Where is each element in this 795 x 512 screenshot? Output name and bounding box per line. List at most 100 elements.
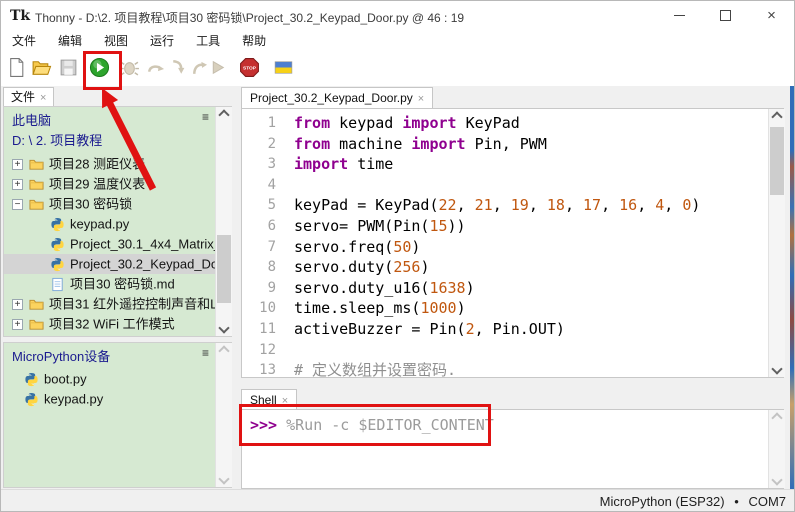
code-token: 256	[393, 258, 420, 276]
menu-item-5[interactable]: 工具	[185, 31, 231, 51]
code-token: )	[411, 238, 420, 256]
annotation-box-shell-command	[239, 404, 491, 446]
scroll-up-icon	[216, 343, 232, 359]
tree-item[interactable]: keypad.py	[4, 214, 215, 234]
open-folder-icon[interactable]	[31, 57, 52, 78]
shell-scrollbar[interactable]	[768, 410, 785, 488]
code-token: time	[348, 155, 393, 173]
menu-item-4[interactable]: 运行	[139, 31, 185, 51]
tree-item[interactable]: +项目28 测距仪表	[4, 154, 215, 174]
tree-item[interactable]: +项目31 红外遥控控制声音和LED	[4, 294, 215, 314]
current-path[interactable]: D: \ 2. 项目教程	[12, 130, 102, 149]
code-line	[294, 175, 700, 196]
scroll-down-icon	[216, 471, 232, 487]
line-number: 12	[242, 340, 286, 361]
code-area[interactable]: from keypad import KeyPadfrom machine im…	[294, 113, 700, 381]
code-token: )	[420, 258, 429, 276]
device-file-item[interactable]: boot.py	[4, 369, 215, 389]
menu-item-6[interactable]: 帮助	[231, 31, 277, 51]
tab-close-icon[interactable]: ×	[40, 92, 46, 104]
expand-icon[interactable]: +	[12, 179, 23, 190]
code-line: servo.duty_u16(1638)	[294, 278, 700, 299]
close-button[interactable]: ×	[749, 1, 794, 31]
code-token: from	[294, 114, 330, 132]
tree-item[interactable]: 项目30 密码锁.md	[4, 274, 215, 294]
scroll-up-icon[interactable]	[769, 109, 785, 125]
scroll-up-icon[interactable]	[216, 107, 232, 123]
backend-status[interactable]: MicroPython (ESP32) • COM7	[594, 494, 786, 509]
new-file-icon[interactable]	[6, 57, 27, 78]
scroll-down-icon[interactable]	[216, 320, 232, 336]
line-number: 10	[242, 298, 286, 319]
collapse-icon[interactable]: −	[12, 199, 23, 210]
title-bar: Tk Thonny - D:\2. 项目教程\项目30 密码锁\Project_…	[1, 1, 795, 31]
editor-scrollbar[interactable]	[768, 109, 785, 377]
window-title: Thonny - D:\2. 项目教程\项目30 密码锁\Project_30.…	[35, 9, 464, 26]
code-token: servo.duty_u16(	[294, 279, 429, 297]
folder-icon	[29, 197, 44, 212]
scroll-down-icon[interactable]	[769, 361, 785, 377]
code-editor[interactable]: 12345678910111213 from keypad import Key…	[241, 108, 784, 378]
tree-item[interactable]: Project_30.1_4x4_Matrix_K	[4, 234, 215, 254]
code-line: import time	[294, 154, 700, 175]
line-number: 2	[242, 134, 286, 155]
menu-item-3[interactable]: 视图	[93, 31, 139, 51]
code-token: import	[402, 114, 456, 132]
scrollbar-thumb[interactable]	[217, 235, 231, 303]
ukraine-flag-icon[interactable]	[273, 57, 294, 78]
code-token: 16	[619, 196, 637, 214]
scrollbar-thumb[interactable]	[770, 127, 784, 195]
code-token: 4	[655, 196, 664, 214]
debug-icon	[119, 57, 140, 78]
line-number: 8	[242, 257, 286, 278]
code-token: 15	[429, 217, 447, 235]
menu-item-1[interactable]: 文件	[1, 31, 47, 51]
code-token: )	[691, 196, 700, 214]
line-number: 5	[242, 195, 286, 216]
code-token: # 定义数组并设置密码.	[294, 361, 456, 379]
panel-menu-icon[interactable]: ≡	[202, 346, 209, 360]
stop-icon[interactable]: STOP	[239, 57, 260, 78]
port-label: COM7	[748, 494, 786, 509]
tab-editor-file[interactable]: Project_30.2_Keypad_Door.py ×	[241, 87, 433, 109]
code-line: keyPad = KeyPad(22, 21, 19, 18, 17, 16, …	[294, 195, 700, 216]
files-panel: 此电脑 ≡ D: \ 2. 项目教程 +项目28 测距仪表+项目29 温度仪表−…	[3, 106, 232, 337]
code-token: )	[457, 299, 466, 317]
folder-icon	[29, 157, 44, 172]
code-line: # 定义数组并设置密码.	[294, 360, 700, 381]
code-token: servo.freq(	[294, 238, 393, 256]
code-token: import	[411, 135, 465, 153]
menu-item-2[interactable]: 编辑	[47, 31, 93, 51]
device-file-label: boot.py	[44, 372, 87, 387]
maximize-button[interactable]	[703, 1, 748, 31]
code-line: servo.freq(50)	[294, 237, 700, 258]
files-scrollbar[interactable]	[215, 107, 232, 336]
tree-item[interactable]: + 项目29 温度仪表	[4, 174, 215, 194]
expand-icon[interactable]: +	[12, 159, 23, 170]
code-token: )	[466, 279, 475, 297]
file-tree: +项目28 测距仪表+项目29 温度仪表−项目30 密码锁keypad.pyPr…	[4, 154, 215, 334]
tab-close-icon[interactable]: ×	[418, 93, 424, 105]
device-panel-title[interactable]: MicroPython设备	[12, 346, 110, 365]
code-token: import	[294, 155, 348, 173]
panel-menu-icon[interactable]: ≡	[202, 110, 209, 124]
tree-item[interactable]: +项目32 WiFi 工作模式	[4, 314, 215, 334]
expand-icon[interactable]: +	[12, 299, 23, 310]
device-file-item[interactable]: keypad.py	[4, 389, 215, 409]
tree-item[interactable]: Project_30.2_Keypad_Doo	[4, 254, 215, 274]
tree-item-label: 项目29 温度仪表	[49, 177, 145, 192]
tree-item[interactable]: − 项目30 密码锁	[4, 194, 215, 214]
code-token: ))	[448, 217, 466, 235]
menu-bar: 文件编辑视图运行工具帮助	[1, 31, 795, 49]
this-computer-label[interactable]: 此电脑	[12, 110, 51, 129]
minimize-button[interactable]	[657, 1, 702, 31]
expand-icon[interactable]: +	[12, 319, 23, 330]
tree-item-label: 项目30 密码锁	[49, 197, 132, 212]
tab-files[interactable]: 文件×	[3, 87, 54, 107]
device-scrollbar[interactable]	[215, 343, 232, 487]
code-token: 17	[583, 196, 601, 214]
code-line: time.sleep_ms(1000)	[294, 298, 700, 319]
editor-tab-label: Project_30.2_Keypad_Door.py	[250, 91, 413, 105]
code-token: 21	[475, 196, 493, 214]
code-token: ,	[664, 196, 682, 214]
